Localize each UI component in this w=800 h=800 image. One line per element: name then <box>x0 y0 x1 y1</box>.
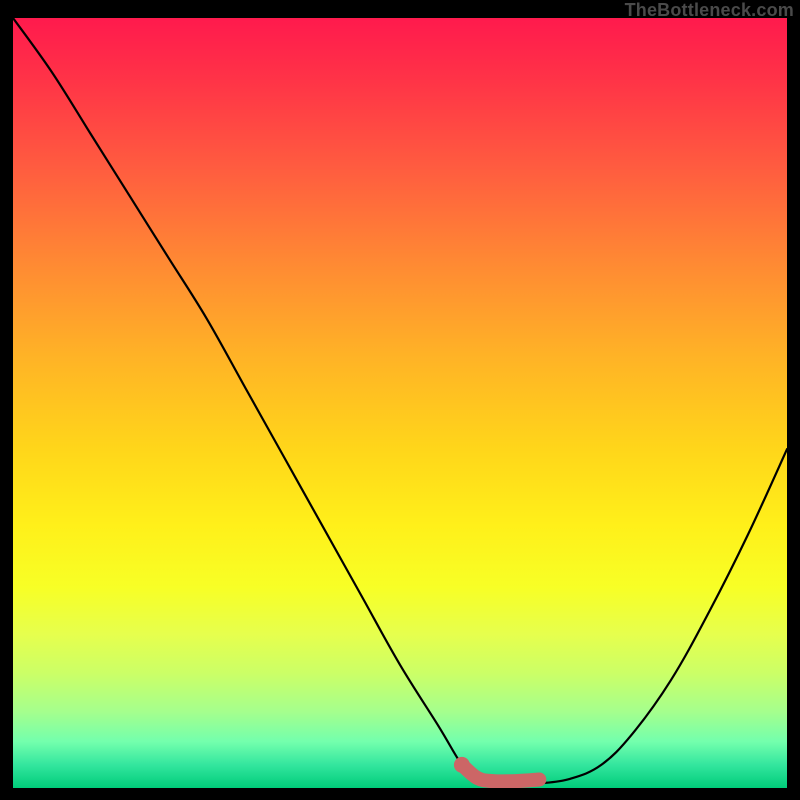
bottleneck-curve-line <box>13 18 787 784</box>
highlight-start-dot <box>454 757 470 773</box>
chart-plot-area <box>13 18 787 788</box>
highlight-segment-line <box>462 765 539 781</box>
bottleneck-chart <box>13 18 787 788</box>
